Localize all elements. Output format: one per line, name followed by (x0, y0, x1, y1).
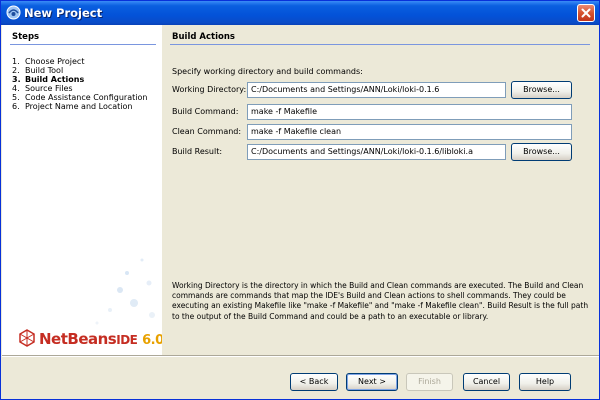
steps-pane: Steps 1. Choose Project 2. Build Tool 3. Bu… (2, 25, 162, 355)
window-title: New Project (24, 6, 103, 20)
back-button[interactable]: < Back (290, 373, 338, 391)
working-directory-browse-button[interactable]: Browse... (511, 81, 572, 99)
decorative-dots (95, 258, 155, 325)
step-item-choose-project: 1. Choose Project (12, 57, 85, 66)
step-item-project-name: 6. Project Name and Location (12, 102, 133, 111)
netbeans-app-icon (6, 5, 21, 20)
netbeans-cube-icon (19, 329, 35, 347)
step-item-source-files: 4. Source Files (12, 84, 73, 93)
clean-command-label: Clean Command: (172, 127, 242, 136)
build-result-label: Build Result: (172, 147, 223, 156)
close-icon (581, 8, 591, 18)
panel-title: Build Actions (172, 32, 235, 42)
next-button[interactable]: Next > (346, 373, 398, 391)
help-button[interactable]: Help (519, 373, 571, 391)
build-actions-panel: Build Actions Specify working directory … (162, 25, 599, 355)
build-result-field[interactable]: C:/Documents and Settings/ANN/Loki/loki-… (247, 144, 506, 160)
title-bar[interactable]: New Project (1, 1, 599, 25)
build-command-field[interactable]: make -f Makefile (247, 104, 572, 120)
build-result-browse-button[interactable]: Browse... (511, 143, 572, 161)
instructions-text: Specify working directory and build comm… (172, 67, 363, 76)
build-command-label: Build Command: (172, 107, 239, 116)
close-button[interactable] (577, 4, 595, 22)
netbeans-logo: NetBeansIDE 6.0 (2, 235, 162, 355)
new-project-dialog: New Project Steps 1. Choose Project 2. Bui… (0, 0, 600, 400)
working-directory-field[interactable]: C:/Documents and Settings/ANN/Loki/loki-… (247, 82, 506, 98)
footer-divider-highlight (2, 356, 599, 357)
netbeans-logo-text: NetBeansIDE 6.0 (39, 330, 162, 348)
step-item-code-assistance: 5. Code Assistance Configuration (12, 93, 148, 102)
clean-command-field[interactable]: make -f Makefile clean (247, 124, 572, 140)
steps-heading: Steps (12, 32, 40, 42)
help-description: Working Directory is the directory in wh… (172, 281, 589, 321)
steps-list: 1. Choose Project 2. Build Tool 3. Build Ac… (12, 57, 147, 111)
steps-divider (10, 44, 156, 45)
step-item-build-actions: 3. Build Actions (12, 75, 85, 84)
finish-button[interactable]: Finish (406, 373, 453, 391)
working-directory-label: Working Directory: (172, 85, 247, 94)
cancel-button[interactable]: Cancel (463, 373, 510, 391)
panel-divider (170, 44, 590, 45)
step-item-build-tool: 2. Build Tool (12, 66, 64, 75)
